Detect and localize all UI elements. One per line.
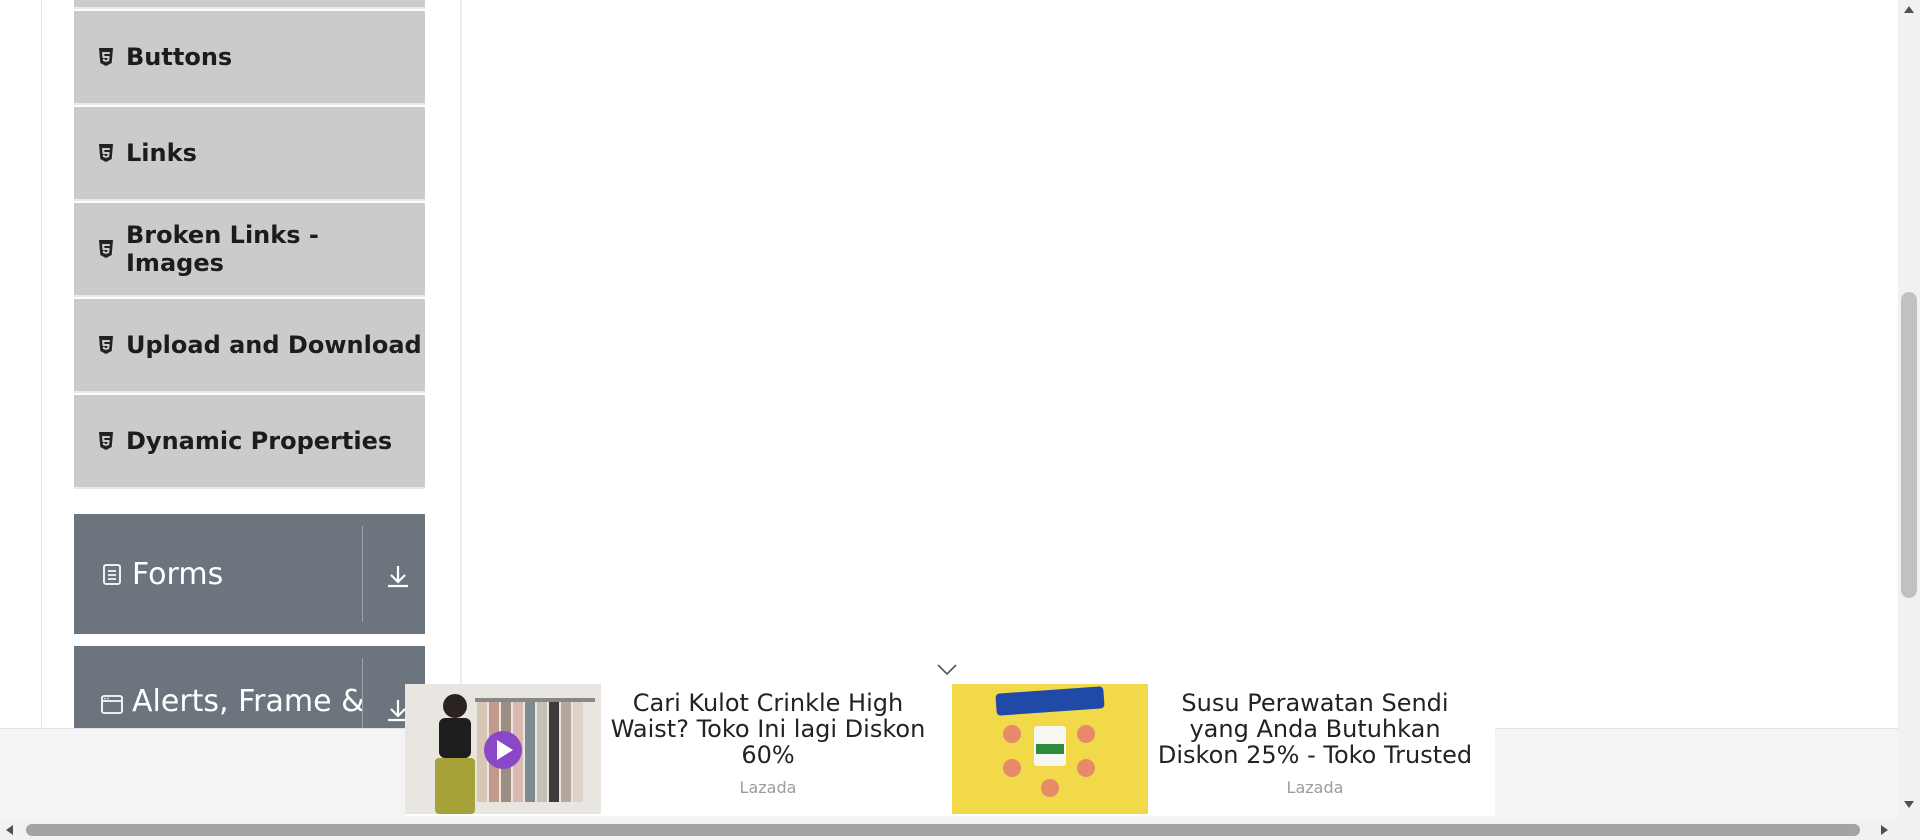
html5-icon xyxy=(99,240,113,258)
sidebar-item-label: Dynamic Properties xyxy=(126,427,393,455)
sidebar-item-links[interactable]: Links xyxy=(74,107,425,201)
divider xyxy=(362,658,363,728)
sidebar-group-label: Forms xyxy=(132,556,224,592)
sidebar-group-forms[interactable]: Forms xyxy=(74,514,425,634)
ad-photo xyxy=(952,684,1148,814)
sidebar-item-broken-links[interactable]: Broken Links - Images xyxy=(74,203,425,297)
ad-title[interactable]: Susu Perawatan Sendi yang Anda Butuhkan … xyxy=(1150,690,1480,768)
scroll-up-icon[interactable] xyxy=(1903,4,1915,14)
ad-source: Lazada xyxy=(1286,778,1344,797)
horizontal-scrollbar-thumb[interactable] xyxy=(26,824,1860,836)
sidebar-item-buttons[interactable]: Buttons xyxy=(74,11,425,105)
list-item-partial[interactable] xyxy=(74,0,425,9)
vertical-scrollbar-thumb[interactable] xyxy=(1901,292,1917,598)
html5-icon xyxy=(99,48,113,66)
ad-photo xyxy=(405,684,601,814)
ad-title[interactable]: Cari Kulot Crinkle High Waist? Toko Ini … xyxy=(603,690,933,768)
scroll-down-icon[interactable] xyxy=(1903,800,1915,810)
ad-source: Lazada xyxy=(739,778,797,797)
sidebar-item-upload-download[interactable]: Upload and Download xyxy=(74,299,425,393)
window-icon xyxy=(101,695,123,714)
sidebar-item-dynamic-properties[interactable]: Dynamic Properties xyxy=(74,395,425,489)
ad-image-clothing[interactable] xyxy=(405,684,601,814)
ad-banner[interactable]: Cari Kulot Crinkle High Waist? Toko Ini … xyxy=(405,684,1495,816)
scroll-right-icon[interactable] xyxy=(1880,824,1890,836)
sidebar-item-label: Buttons xyxy=(126,43,233,71)
chevron-down-icon[interactable] xyxy=(937,664,957,676)
download-icon[interactable] xyxy=(383,562,413,592)
html5-icon xyxy=(99,144,113,162)
html5-icon xyxy=(99,336,113,354)
sidebar-item-label: Broken Links - Images xyxy=(126,221,319,277)
sidebar-group-alerts[interactable]: Alerts, Frame & xyxy=(74,646,425,728)
ad-image-milk[interactable] xyxy=(952,684,1148,814)
sidebar-group-label: Alerts, Frame & xyxy=(132,684,365,719)
scroll-left-icon[interactable] xyxy=(4,824,14,836)
divider xyxy=(362,526,363,622)
form-icon xyxy=(103,564,121,585)
sidebar-item-label: Links xyxy=(126,139,197,167)
html5-icon xyxy=(99,432,113,450)
sidebar-item-label: Upload and Download xyxy=(126,331,422,359)
